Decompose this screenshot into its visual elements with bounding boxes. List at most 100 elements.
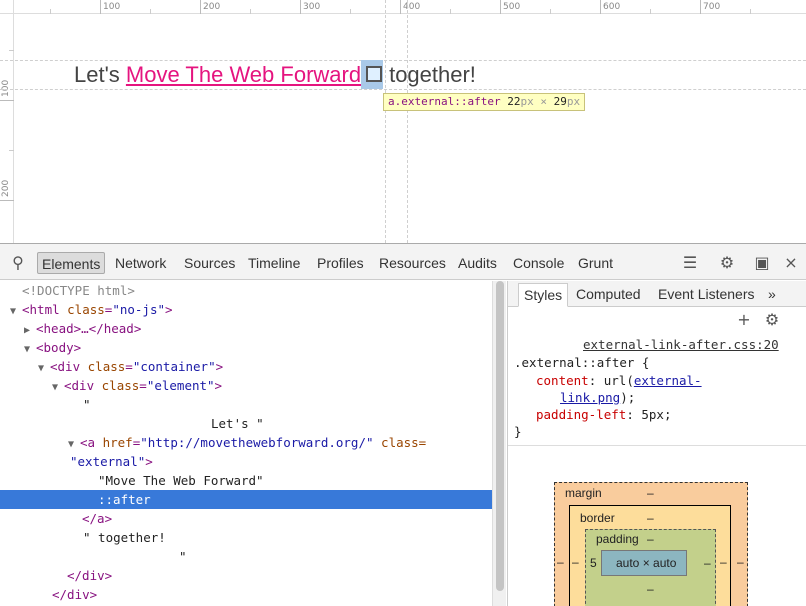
attr-name: href	[102, 435, 133, 450]
css-declaration[interactable]: padding-left: 5px;	[536, 406, 671, 423]
tab-audits[interactable]: Audits	[454, 252, 501, 274]
tab-timeline[interactable]: Timeline	[244, 252, 304, 274]
attr-name: class	[87, 359, 126, 374]
tab-profiles[interactable]: Profiles	[313, 252, 368, 274]
dom-node[interactable]: "external">	[0, 452, 492, 471]
dom-node-selected[interactable]: ::after	[0, 490, 492, 509]
dom-node[interactable]: ▼ <div class="container">	[0, 357, 492, 376]
tab-sources[interactable]: Sources	[180, 252, 239, 274]
dom-node[interactable]: "Move The Web Forward"	[0, 471, 492, 490]
tag: </div>	[67, 568, 113, 583]
dom-node[interactable]: </div>	[0, 585, 492, 604]
tab-styles[interactable]: Styles	[518, 283, 569, 307]
box-model-border[interactable]: border – – – padding – 5 – – auto × auto	[569, 505, 731, 606]
add-rule-icon[interactable]: +	[733, 309, 755, 331]
box-model-diagram: margin – – – border – – – padding – 5 – …	[554, 482, 748, 606]
tab-resources[interactable]: Resources	[375, 252, 450, 274]
attr-value: "container"	[132, 359, 216, 374]
ruler-label: 200	[1, 179, 11, 197]
tab-computed[interactable]: Computed	[571, 283, 646, 307]
gear-icon[interactable]: ⚙	[716, 252, 738, 274]
tab-elements[interactable]: Elements	[37, 252, 106, 274]
padding-left-value[interactable]: 5	[590, 556, 597, 570]
dom-node[interactable]: <!DOCTYPE html>	[0, 281, 492, 300]
ruler-label: 400	[403, 2, 421, 12]
tag: >	[215, 359, 224, 374]
tab-network[interactable]: Network	[111, 252, 170, 274]
ruler-tick	[0, 200, 14, 201]
ruler-tick	[0, 100, 14, 101]
dom-node[interactable]: Let's "	[0, 414, 492, 433]
padding-bottom-value[interactable]: –	[647, 582, 654, 596]
external-link-icon	[361, 60, 384, 89]
css-declaration[interactable]: content: url(external-	[536, 372, 702, 389]
border-left-value[interactable]: –	[572, 555, 579, 569]
rule-close-brace: }	[514, 424, 522, 439]
external-link[interactable]: Move The Web Forward	[126, 62, 361, 87]
border-right-value[interactable]: –	[720, 555, 727, 569]
tooltip-selector: a.external::after	[388, 95, 501, 108]
rule-source-link[interactable]: external-link-after.css:20	[583, 336, 779, 353]
styles-sidebar: Styles Computed Event Listeners » + ⚙ ex…	[507, 281, 806, 606]
dom-node[interactable]: </div>	[0, 566, 492, 585]
ruler-tick	[400, 0, 401, 14]
scrollbar-thumb[interactable]	[496, 281, 504, 591]
close-icon[interactable]: ×	[780, 252, 802, 274]
padding-right-value[interactable]: –	[704, 556, 711, 570]
dom-scrollbar[interactable]	[492, 281, 506, 606]
content-size[interactable]: auto × auto	[616, 556, 676, 570]
dom-node[interactable]: ▼ <div class="element">	[0, 376, 492, 395]
more-tabs-icon[interactable]: »	[763, 283, 781, 307]
dom-node[interactable]: ▼ <body>	[0, 338, 492, 357]
tab-grunt[interactable]: Grunt	[574, 252, 617, 274]
tag: =	[125, 359, 133, 374]
dom-node[interactable]: ▶ <head>…</head>	[0, 319, 492, 338]
dom-node[interactable]: "	[0, 547, 492, 566]
box-model-margin[interactable]: margin – – – border – – – padding – 5 – …	[554, 482, 748, 606]
ruler-tick	[300, 0, 301, 14]
highlight-guide	[407, 0, 408, 243]
attr-value: "http://movethewebforward.org/"	[140, 435, 374, 450]
ruler-tick	[500, 0, 501, 14]
devtools-panel: ⚲ Elements Network Sources Timeline Prof…	[0, 243, 806, 606]
tag: >	[145, 454, 153, 469]
dom-node[interactable]: "	[0, 395, 492, 414]
margin-top-value[interactable]: –	[647, 486, 654, 500]
tooltip-unit: px	[566, 95, 581, 108]
ruler-tick	[550, 9, 551, 14]
tag: <body>	[36, 340, 82, 355]
dom-node[interactable]: ▼ <a href="http://movethewebforward.org/"…	[0, 433, 492, 452]
tooltip-width: 22	[507, 95, 521, 108]
dock-icon[interactable]: ▣	[751, 252, 773, 274]
rule-selector: .external::after {	[514, 355, 650, 370]
gear-icon[interactable]: ⚙	[761, 309, 783, 331]
css-value: );	[620, 390, 636, 405]
padding-top-value[interactable]: –	[647, 532, 654, 546]
text-node: "	[179, 549, 187, 564]
box-model-padding[interactable]: padding – 5 – – auto × auto	[585, 529, 716, 606]
search-icon[interactable]: ⚲	[7, 252, 29, 274]
border-top-value[interactable]: –	[647, 511, 654, 525]
border-label: border	[580, 511, 615, 525]
attr-name: class	[101, 378, 140, 393]
box-model-content[interactable]: auto × auto	[601, 550, 687, 576]
dom-node[interactable]: " together!	[0, 528, 492, 547]
ruler-tick	[9, 50, 14, 51]
margin-label: margin	[565, 486, 602, 500]
ruler-label: 600	[603, 2, 621, 12]
text-node: Let's "	[211, 416, 264, 431]
css-url-link[interactable]: external-	[634, 373, 702, 388]
ruler-tick	[50, 9, 51, 14]
tab-event-listeners[interactable]: Event Listeners	[653, 283, 760, 307]
dom-node[interactable]: ▼ <html class="no-js">	[0, 300, 492, 319]
padding-label: padding	[596, 532, 639, 546]
console-drawer-icon[interactable]: ☰	[679, 252, 701, 274]
css-url-link[interactable]: link.png	[560, 390, 620, 405]
tag: <div	[64, 378, 102, 393]
margin-left-value[interactable]: –	[557, 555, 564, 569]
ruler-tick	[700, 0, 701, 14]
dom-node[interactable]: </a>	[0, 509, 492, 528]
demo-sentence: Let's Move The Web Forward together!	[74, 60, 476, 90]
tab-console[interactable]: Console	[509, 252, 568, 274]
margin-right-value[interactable]: –	[737, 555, 744, 569]
